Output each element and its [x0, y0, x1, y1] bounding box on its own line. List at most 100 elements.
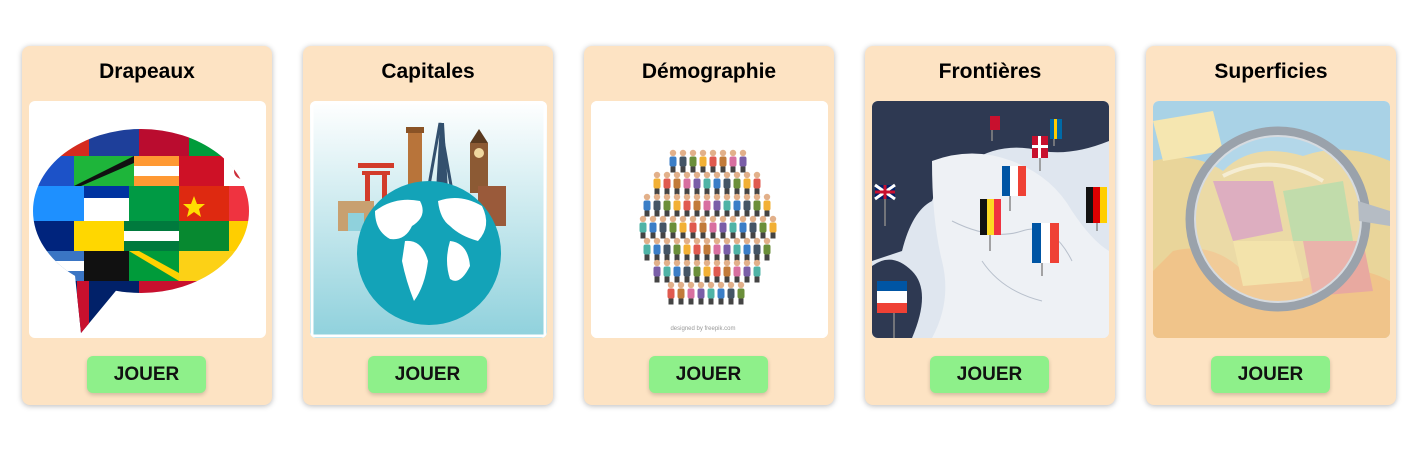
- person-legs: [708, 298, 714, 305]
- person-body: [733, 266, 741, 277]
- person-legs: [710, 232, 716, 239]
- person-head: [667, 281, 675, 289]
- person-body: [689, 222, 697, 233]
- person-legs: [654, 276, 660, 283]
- person-body: [669, 222, 677, 233]
- person-body: [653, 244, 661, 255]
- person-head: [677, 281, 685, 289]
- person-legs: [744, 254, 750, 261]
- person-head: [709, 149, 717, 157]
- person-body: [723, 200, 731, 211]
- person-head: [679, 215, 687, 223]
- person-body: [729, 156, 737, 167]
- card-title: Drapeaux: [99, 60, 195, 83]
- person-legs: [738, 298, 744, 305]
- person-head: [703, 171, 711, 179]
- person-legs: [668, 298, 674, 305]
- person-legs: [714, 276, 720, 283]
- person-head: [739, 149, 747, 157]
- person-legs: [740, 166, 746, 173]
- person-legs: [674, 276, 680, 283]
- person-head: [683, 259, 691, 267]
- person-legs: [720, 232, 726, 239]
- freepik-watermark: designed by freepik.com: [670, 326, 735, 332]
- person-legs: [710, 166, 716, 173]
- person-legs: [680, 166, 686, 173]
- person-body: [693, 244, 701, 255]
- person-body: [679, 156, 687, 167]
- person-legs: [744, 276, 750, 283]
- person-body: [723, 178, 731, 189]
- person-body: [673, 244, 681, 255]
- person-head: [643, 193, 651, 201]
- person-legs: [690, 166, 696, 173]
- person-head: [743, 171, 751, 179]
- person-body: [759, 222, 767, 233]
- person-head: [683, 237, 691, 245]
- person-body: [653, 266, 661, 277]
- person-legs: [730, 166, 736, 173]
- person-legs: [654, 188, 660, 195]
- play-button[interactable]: JOUER: [930, 356, 1049, 393]
- person-head: [729, 215, 737, 223]
- person-legs: [694, 276, 700, 283]
- person-body: [743, 178, 751, 189]
- person-legs: [694, 210, 700, 217]
- person-legs: [750, 232, 756, 239]
- person-legs: [754, 188, 760, 195]
- person-legs: [664, 276, 670, 283]
- person-head: [703, 259, 711, 267]
- person-head: [699, 215, 707, 223]
- crowd-of-people-image: designed by freepik.com: [591, 101, 828, 338]
- person-legs: [700, 232, 706, 239]
- person-body: [737, 288, 745, 299]
- play-button[interactable]: JOUER: [1211, 356, 1330, 393]
- person-head: [733, 259, 741, 267]
- person-legs: [654, 254, 660, 261]
- person-head: [739, 215, 747, 223]
- person-body: [703, 178, 711, 189]
- person-body: [723, 244, 731, 255]
- person-head: [729, 149, 737, 157]
- person-head: [737, 281, 745, 289]
- person-body: [729, 222, 737, 233]
- person-head: [713, 237, 721, 245]
- person-head: [717, 281, 725, 289]
- person-head: [689, 149, 697, 157]
- person-body: [673, 200, 681, 211]
- person-head: [683, 171, 691, 179]
- person-head: [743, 237, 751, 245]
- person-head: [769, 215, 777, 223]
- person-head: [699, 149, 707, 157]
- person-head: [733, 237, 741, 245]
- person-head: [763, 193, 771, 201]
- person-body: [739, 222, 747, 233]
- person-head: [669, 149, 677, 157]
- person-legs: [674, 254, 680, 261]
- person-head: [663, 193, 671, 201]
- person-legs: [654, 210, 660, 217]
- person-head: [713, 171, 721, 179]
- person-body: [677, 288, 685, 299]
- person-body: [743, 266, 751, 277]
- play-button[interactable]: JOUER: [368, 356, 487, 393]
- globe-landmarks-image: [310, 101, 547, 338]
- person-body: [659, 222, 667, 233]
- person-legs: [764, 254, 770, 261]
- person-legs: [714, 254, 720, 261]
- person-body: [743, 244, 751, 255]
- play-button[interactable]: JOUER: [649, 356, 768, 393]
- person-head: [669, 215, 677, 223]
- person-body: [683, 178, 691, 189]
- play-button[interactable]: JOUER: [87, 356, 206, 393]
- person-head: [733, 171, 741, 179]
- person-body: [687, 288, 695, 299]
- card-title: Démographie: [641, 60, 777, 83]
- person-legs: [740, 232, 746, 239]
- person-head: [673, 171, 681, 179]
- person-legs: [660, 232, 666, 239]
- person-legs: [684, 188, 690, 195]
- person-head: [763, 237, 771, 245]
- person-head: [723, 171, 731, 179]
- person-head: [673, 193, 681, 201]
